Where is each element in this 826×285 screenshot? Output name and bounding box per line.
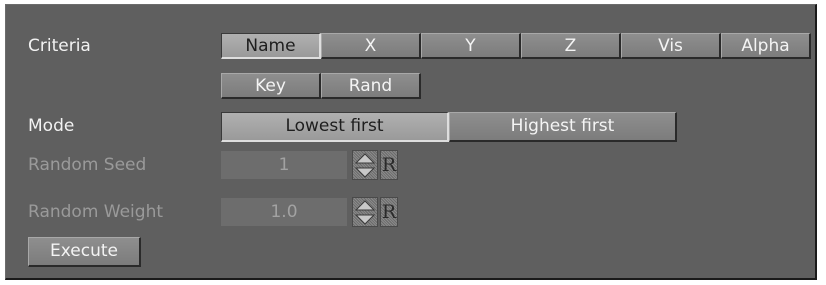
- execute-button[interactable]: Execute: [28, 237, 141, 267]
- mode-lowest-first-button[interactable]: Lowest first: [221, 112, 449, 142]
- random-weight-label: Random Weight: [28, 202, 164, 222]
- criteria-rand-button[interactable]: Rand: [321, 73, 421, 99]
- arrow-up-icon[interactable]: [354, 199, 376, 212]
- criteria-name-button[interactable]: Name: [221, 33, 321, 59]
- criteria-label: Criteria: [28, 36, 91, 56]
- criteria-z-button[interactable]: Z: [521, 33, 621, 59]
- random-weight-stepper[interactable]: [352, 197, 378, 227]
- random-weight-reset-button[interactable]: R: [380, 197, 398, 227]
- criteria-y-button[interactable]: Y: [421, 33, 521, 59]
- random-seed-field[interactable]: 1: [221, 151, 347, 179]
- mode-label: Mode: [28, 116, 75, 136]
- random-seed-reset-button[interactable]: R: [380, 150, 398, 180]
- criteria-x-button[interactable]: X: [321, 33, 421, 59]
- arrow-down-icon[interactable]: [354, 166, 376, 179]
- criteria-vis-button[interactable]: Vis: [621, 33, 721, 59]
- random-weight-field[interactable]: 1.0: [221, 198, 347, 226]
- criteria-key-button[interactable]: Key: [221, 73, 321, 99]
- sort-settings-panel: Criteria Name X Y Z Vis Alpha Key Rand M…: [5, 4, 817, 280]
- arrow-up-icon[interactable]: [354, 152, 376, 165]
- random-seed-stepper[interactable]: [352, 150, 378, 180]
- mode-highest-first-button[interactable]: Highest first: [449, 112, 677, 142]
- criteria-alpha-button[interactable]: Alpha: [721, 33, 811, 59]
- arrow-down-icon[interactable]: [354, 213, 376, 226]
- random-seed-label: Random Seed: [28, 155, 147, 175]
